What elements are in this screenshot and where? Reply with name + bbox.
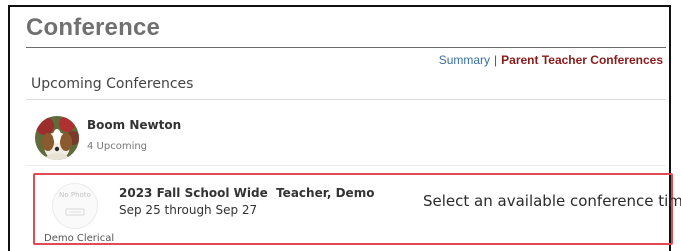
page-title: Conference — [26, 14, 161, 41]
conference-nav: Summary | Parent Teacher Conferences — [439, 53, 663, 67]
title-divider — [26, 47, 666, 48]
upcoming-count: 4 Upcoming — [87, 141, 148, 152]
section-divider — [26, 99, 666, 100]
no-photo-label: No Photo — [59, 191, 91, 199]
row-divider — [26, 165, 666, 166]
nav-separator: | — [494, 53, 498, 67]
dog-photo — [35, 116, 79, 160]
conference-title[interactable]: 2023 Fall School Wide Teacher, Demo — [119, 186, 374, 200]
teacher-avatar-placeholder: No Photo — [52, 183, 98, 229]
summary-link[interactable]: Summary — [439, 53, 490, 67]
parent-teacher-conferences-link[interactable]: Parent Teacher Conferences — [501, 53, 663, 67]
section-title: Upcoming Conferences — [31, 76, 194, 92]
placeholder-image-icon — [65, 208, 85, 216]
student-name[interactable]: Boom Newton — [87, 118, 181, 132]
select-conference-time-link[interactable]: Select an available conference time — [423, 192, 681, 210]
conference-dates: Sep 25 through Sep 27 — [119, 203, 258, 217]
teacher-caption: Demo Clerical — [44, 233, 115, 244]
student-avatar[interactable] — [35, 116, 79, 160]
